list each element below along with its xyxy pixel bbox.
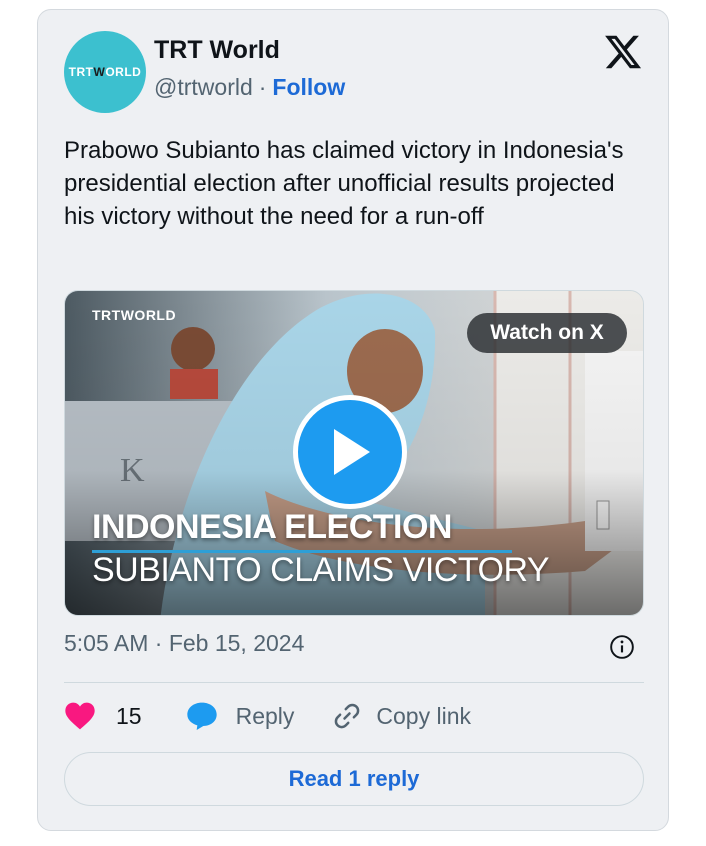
divider [64, 682, 644, 683]
handle-separator: · [258, 74, 267, 100]
media-headline-title: INDONESIA ELECTION [92, 508, 453, 546]
action-bar: 15 Reply Copy link [64, 698, 471, 734]
x-logo-icon[interactable] [603, 32, 643, 72]
reply-button[interactable]: Reply [186, 701, 295, 731]
reply-label: Reply [235, 702, 295, 729]
copy-link-button[interactable]: Copy link [332, 701, 471, 731]
info-icon[interactable] [609, 634, 635, 660]
tweet-timestamp[interactable]: 5:05 AM · Feb 15, 2024 [64, 630, 304, 657]
heart-icon [64, 701, 96, 731]
video-thumbnail[interactable]: K TRTWORLD Watch on X INDONESIA ELECTION… [64, 290, 644, 616]
avatar[interactable]: TRTWORLD [64, 31, 146, 113]
link-icon [332, 701, 362, 731]
reply-bubble-icon [186, 701, 218, 731]
like-button[interactable]: 15 [64, 701, 142, 731]
copy-link-label: Copy link [376, 702, 472, 729]
like-count: 15 [116, 702, 142, 729]
avatar-logo: TRTWORLD [68, 65, 142, 79]
media-brand: TRTWORLD [92, 307, 177, 323]
tweet-card: TRTWORLD TRT World @trtworld · Follow Pr… [37, 9, 669, 831]
media-headline-subtitle: SUBIANTO CLAIMS VICTORY [92, 551, 550, 589]
read-replies-button[interactable]: Read 1 reply [64, 752, 644, 806]
tweet-text: Prabowo Subianto has claimed victory in … [64, 137, 624, 230]
watch-on-x-button[interactable]: Watch on X [467, 313, 627, 353]
play-button[interactable] [293, 395, 407, 509]
author-handle[interactable]: @trtworld [154, 74, 253, 101]
follow-button[interactable]: Follow [272, 74, 345, 101]
author-name[interactable]: TRT World [154, 36, 280, 65]
author-handle-row: @trtworld · Follow [154, 74, 345, 101]
play-icon [334, 429, 370, 475]
